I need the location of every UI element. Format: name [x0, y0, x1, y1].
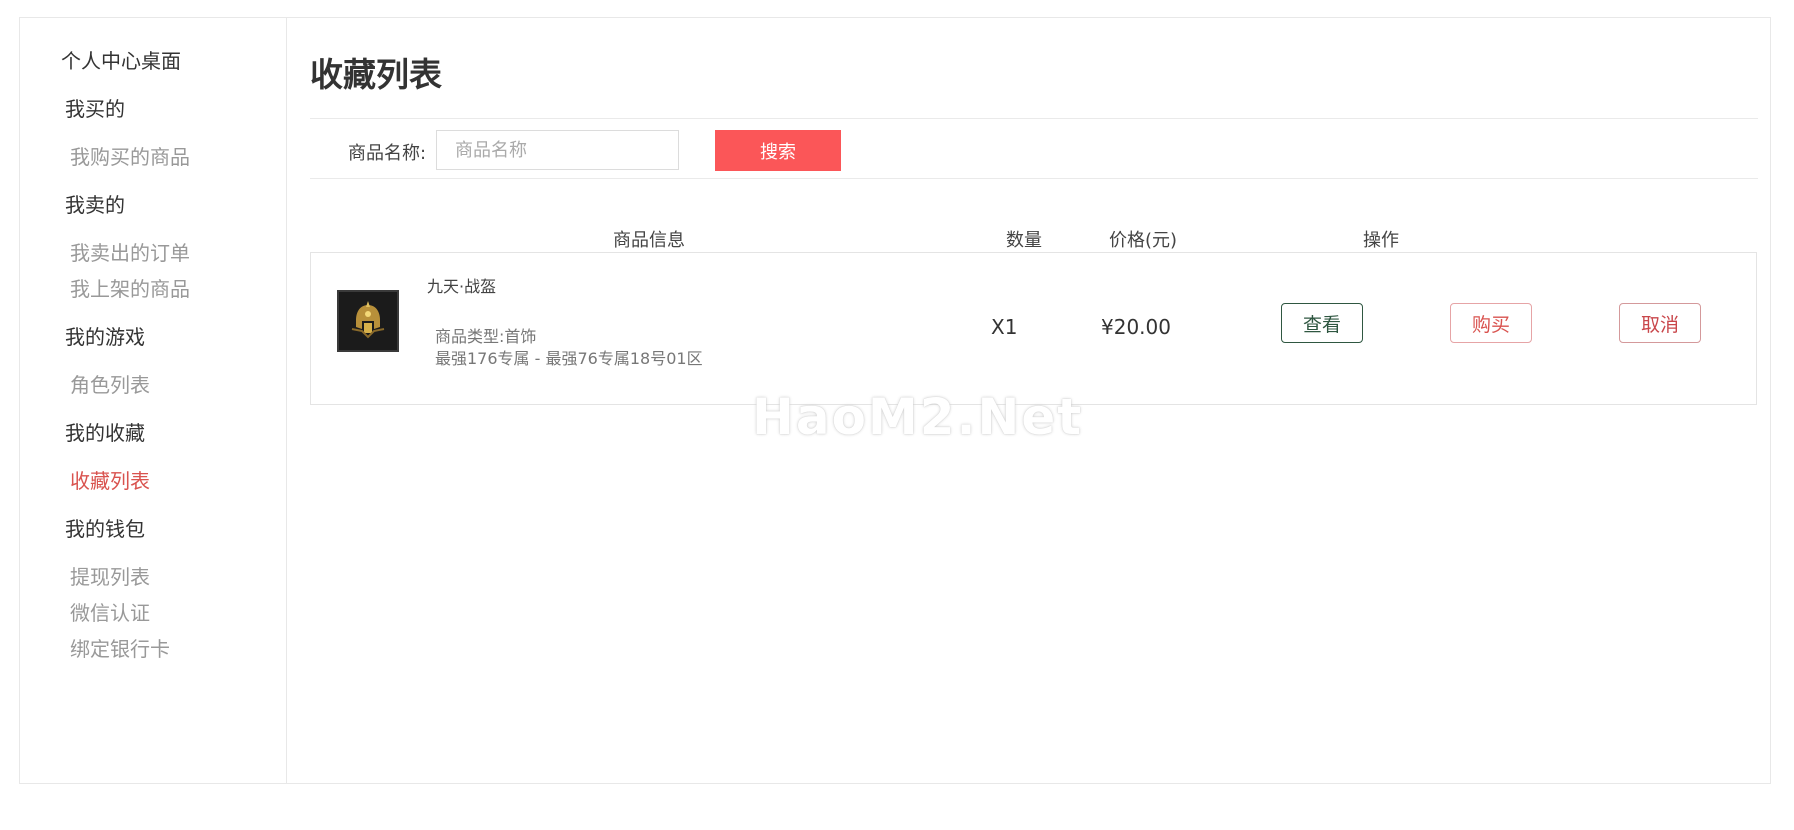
view-button[interactable]: 查看 — [1281, 303, 1363, 343]
sidebar-group-sold[interactable]: 我卖的 — [65, 189, 125, 218]
sidebar-item-withdraw-list[interactable]: 提现列表 — [70, 561, 150, 590]
sidebar-item-bind-bank-card[interactable]: 绑定银行卡 — [70, 633, 170, 662]
product-quantity: X1 — [991, 315, 1018, 339]
sidebar-item-desktop[interactable]: 个人中心桌面 — [61, 45, 181, 74]
sidebar-item-wechat-auth[interactable]: 微信认证 — [70, 597, 150, 626]
sidebar-group-favorites[interactable]: 我的收藏 — [65, 417, 145, 446]
sidebar-group-bought[interactable]: 我买的 — [65, 93, 125, 122]
sidebar-item-listed-goods[interactable]: 我上架的商品 — [70, 273, 190, 302]
sidebar-group-games[interactable]: 我的游戏 — [65, 321, 145, 350]
cancel-favorite-button[interactable]: 取消 — [1619, 303, 1701, 343]
page-frame: 个人中心桌面 我买的 我购买的商品 我卖的 我卖出的订单 我上架的商品 我的游戏… — [19, 17, 1771, 784]
page-title: 收藏列表 — [310, 55, 442, 94]
product-name-search-input[interactable] — [436, 130, 679, 170]
sidebar-item-purchased-goods[interactable]: 我购买的商品 — [70, 141, 190, 170]
product-server: 最强176专属 - 最强76专属18号01区 — [435, 349, 703, 368]
column-header-actions: 操作 — [1363, 230, 1399, 251]
product-name: 九天·战盔 — [427, 277, 497, 296]
table-row: 九天·战盔 商品类型:首饰 最强176专属 - 最强76专属18号01区 X1 … — [310, 252, 1757, 405]
helmet-icon — [351, 301, 385, 339]
sidebar-item-sold-orders[interactable]: 我卖出的订单 — [70, 237, 190, 266]
sidebar-item-favorites-list[interactable]: 收藏列表 — [70, 465, 150, 494]
main-content: 收藏列表 商品名称: 搜索 商品信息 数量 价格(元) 操作 九天·战盔 商品类… — [287, 18, 1770, 783]
product-thumbnail[interactable] — [337, 290, 399, 352]
search-label: 商品名称: — [348, 143, 427, 164]
search-divider — [310, 178, 1758, 179]
product-type: 商品类型:首饰 — [435, 327, 537, 346]
buy-button[interactable]: 购买 — [1450, 303, 1532, 343]
product-price: ¥20.00 — [1101, 315, 1171, 339]
sidebar: 个人中心桌面 我买的 我购买的商品 我卖的 我卖出的订单 我上架的商品 我的游戏… — [20, 18, 287, 783]
column-header-quantity: 数量 — [1006, 230, 1042, 251]
search-button[interactable]: 搜索 — [715, 130, 841, 171]
column-header-price: 价格(元) — [1109, 230, 1178, 251]
column-header-product-info: 商品信息 — [613, 230, 685, 251]
title-divider — [310, 118, 1758, 119]
sidebar-group-wallet[interactable]: 我的钱包 — [65, 513, 145, 542]
sidebar-item-role-list[interactable]: 角色列表 — [70, 369, 150, 398]
